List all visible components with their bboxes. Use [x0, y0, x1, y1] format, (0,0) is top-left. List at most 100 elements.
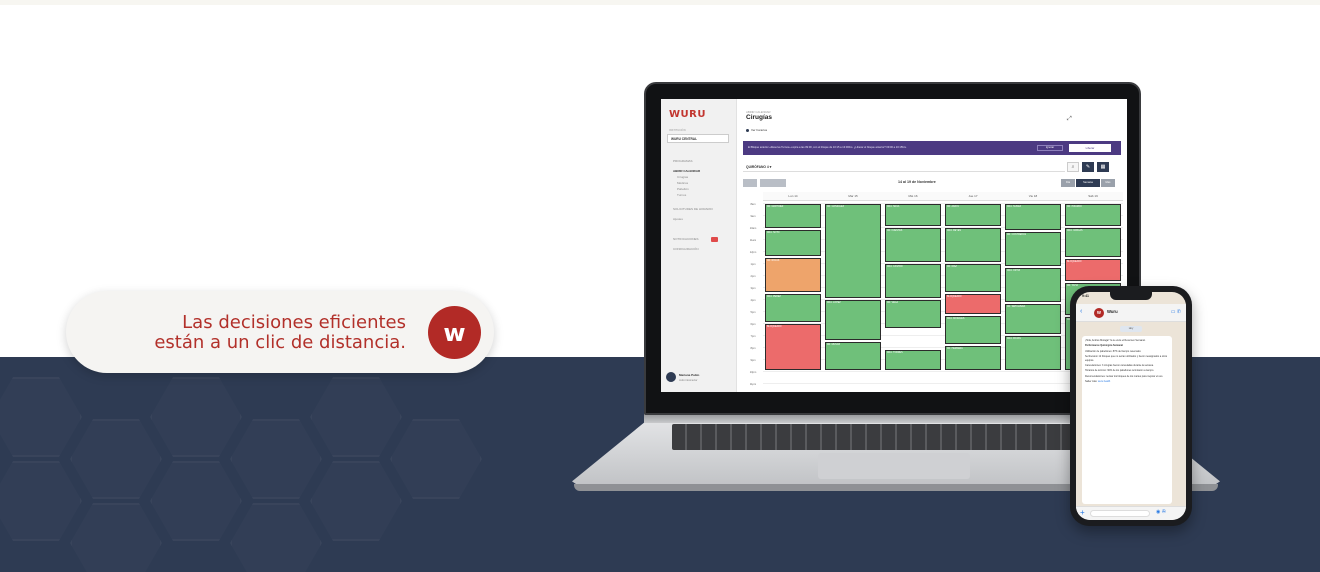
- sidebar-item-settings[interactable]: Ajustes: [673, 217, 683, 221]
- search-icon[interactable]: ⌕: [1067, 162, 1079, 172]
- calendar-event[interactable]: DRA. TORRES: [885, 350, 941, 370]
- back-icon[interactable]: ‹: [1080, 308, 1082, 315]
- calendar-event[interactable]: DRA. LÓPEZ: [825, 300, 881, 340]
- calendar-event-label: DRA. REYES: [947, 230, 961, 232]
- calendar-event[interactable]: BLOQUEADO: [765, 324, 821, 370]
- calendar-event[interactable]: DRA. NÚÑEZ: [1005, 204, 1061, 230]
- calendar-event[interactable]: DR. CONTRERAS: [1005, 231, 1061, 266]
- camera-icon[interactable]: ◉ ✇: [1156, 509, 1166, 515]
- calendar-event-label: DR. MARTÍNEZ: [767, 206, 784, 208]
- message-text: Cancelaciones: 3 cirugías fueron cancela…: [1085, 364, 1154, 368]
- prev-next-button[interactable]: [760, 179, 786, 187]
- sidebar-item-rooms[interactable]: Pabellón: [677, 187, 689, 191]
- calendar-event[interactable]: DRA. ORTIZ: [1005, 267, 1061, 302]
- calendar-icon[interactable]: ▦: [1097, 162, 1109, 172]
- time-label: 7pm: [750, 335, 756, 338]
- message-link[interactable]: wuru.health: [1097, 380, 1110, 383]
- message-text: Performance Quirúrgica Semanal: [1085, 344, 1123, 348]
- calendar-event-label: DR. ROJAS: [767, 260, 780, 262]
- calendar-event[interactable]: DRA. PÉREZ: [765, 294, 821, 322]
- expand-icon[interactable]: ⤢: [1067, 116, 1072, 123]
- filter-icon[interactable]: ✎: [1082, 162, 1094, 172]
- view-day-button[interactable]: Día: [1061, 179, 1075, 187]
- time-slot-line: [763, 371, 1123, 372]
- user-name: Mariana Pablo: [679, 373, 700, 377]
- time-slot-line: [763, 383, 1123, 384]
- brand-logo[interactable]: WURU: [669, 109, 706, 120]
- plus-icon[interactable]: +: [1080, 508, 1085, 517]
- view-month-button[interactable]: Mes: [1101, 179, 1115, 187]
- calendar-event[interactable]: DR. MUÑOZ: [825, 342, 881, 370]
- calendar-event[interactable]: DR. MARTÍNEZ: [765, 204, 821, 229]
- calendar-event[interactable]: DR. HERRERA: [945, 345, 1001, 370]
- contact-avatar[interactable]: w: [1094, 308, 1104, 318]
- calendar-event-label: DR. PIZARRO: [1067, 206, 1082, 208]
- sidebar-item-calendar[interactable]: ABRIR CALENDAR: [673, 169, 700, 173]
- sidebar-item-notifications[interactable]: NOTIFICACIONES: [673, 237, 699, 241]
- user-role: Administrador: [679, 378, 698, 382]
- message-input[interactable]: [1090, 510, 1150, 517]
- calendar-event-label: BLOQUEADO: [947, 296, 962, 298]
- calendar-event[interactable]: DR. GONZÁLEZ: [825, 204, 881, 298]
- calendar-event[interactable]: DR. DÍAZ: [945, 264, 1001, 292]
- calendar-event-label: DRA. PÉREZ: [767, 296, 781, 298]
- phone-status-time: 9:41: [1082, 294, 1090, 298]
- message-paragraph: Saber más: wuru.health: [1085, 380, 1169, 383]
- tagline: Las decisiones eficientes están a un cli…: [154, 313, 406, 353]
- time-label: 9pm: [750, 359, 756, 362]
- calendar-event-label: DRA. VARGAS: [1067, 230, 1083, 232]
- today-button[interactable]: [743, 179, 757, 187]
- calendar-event[interactable]: DRA. SILVA: [885, 204, 941, 226]
- calendar-event[interactable]: DR. SEPÚLVEDA: [1005, 303, 1061, 334]
- calendar-event-label: DRA. ROJAS: [1007, 338, 1021, 340]
- calendar-event[interactable]: DRA. SOTO: [765, 230, 821, 256]
- calendar-event[interactable]: DR. VEGA: [885, 300, 941, 328]
- tagline-pill: Las decisiones eficientes están a un cli…: [66, 291, 494, 373]
- view-schedules-link[interactable]: Ver horarios: [746, 128, 767, 132]
- time-label: 11am: [749, 239, 757, 242]
- release-button[interactable]: Liberar: [1069, 144, 1111, 152]
- calendar-event[interactable]: BLOQUEADO: [945, 294, 1001, 314]
- calendar-event[interactable]: DR. ROJAS: [765, 258, 821, 292]
- view-week-button[interactable]: Semana: [1076, 179, 1100, 187]
- hex-pattern: [70, 419, 162, 499]
- sidebar-item-doctors[interactable]: Médicos: [677, 181, 688, 185]
- sidebar-item-requests[interactable]: SOLICITUDES DE HORARIO: [673, 207, 713, 211]
- calendar-event[interactable]: DR. FUENTES: [885, 228, 941, 262]
- calendar-event[interactable]: DR. PIZARRO: [1065, 204, 1121, 226]
- time-label: 6pm: [750, 323, 756, 326]
- calendar-event[interactable]: DRA. CASTRO: [885, 264, 941, 298]
- sidebar-item-config[interactable]: CONFIGURACIÓN: [673, 247, 699, 251]
- sidebar-item-surgeries[interactable]: Cirugías: [677, 175, 688, 179]
- calendar-event[interactable]: DRA. ROJAS: [1005, 336, 1061, 370]
- calendar-event[interactable]: DRA. VARGAS: [1065, 228, 1121, 258]
- ignore-button[interactable]: Ignorar: [1037, 145, 1063, 151]
- room-selector[interactable]: QUIRÓFANO 4 ▾: [743, 163, 1065, 172]
- calendar-event-label: DR. HERRERA: [947, 347, 963, 350]
- calendar-event[interactable]: DRA. REYES: [945, 228, 1001, 262]
- calendar-event-label: DRA. ORTIZ: [1007, 269, 1020, 272]
- day-header: Vie 18: [1003, 192, 1063, 201]
- message-paragraph: Horarios de término: 90% de los pabellon…: [1085, 369, 1169, 372]
- hex-pattern: [230, 503, 322, 572]
- sidebar-item-shifts[interactable]: Turnos: [677, 193, 686, 197]
- calendar-event-label: DRA. CASTRO: [887, 266, 903, 268]
- calendar-event[interactable]: DR. ARAYA: [945, 204, 1001, 226]
- video-call-icon[interactable]: ▭ ✆: [1171, 309, 1181, 315]
- day-header: Mié 16: [883, 192, 943, 201]
- page: Las decisiones eficientes están a un cli…: [0, 0, 1320, 572]
- calendar-event-label: DRA. TORRES: [887, 352, 903, 355]
- calendar-event[interactable]: DRA. MORALES: [945, 315, 1001, 344]
- laptop-trackpad: [818, 453, 970, 479]
- calendar-event-label: DR. MUÑOZ: [827, 344, 841, 346]
- sidebar-item-programs[interactable]: PROGRAMAS: [673, 159, 693, 163]
- message-bubble: ¡Hola, Andrés Moraga! Ya te envié el Res…: [1082, 336, 1172, 504]
- org-select[interactable]: WURU CENTRAL: [667, 134, 729, 143]
- user-avatar[interactable]: [666, 372, 676, 382]
- message-paragraph: Recomendaciones: revisar los bloques de …: [1085, 375, 1169, 378]
- calendar-event[interactable]: BLOQUEADO: [1065, 259, 1121, 282]
- calendar-event-label: DR. SEPÚLVEDA: [1007, 305, 1026, 308]
- hex-pattern: [390, 419, 482, 499]
- chat-header: ‹ w Wuru ▭ ✆: [1076, 304, 1186, 322]
- hex-pattern: [150, 461, 242, 541]
